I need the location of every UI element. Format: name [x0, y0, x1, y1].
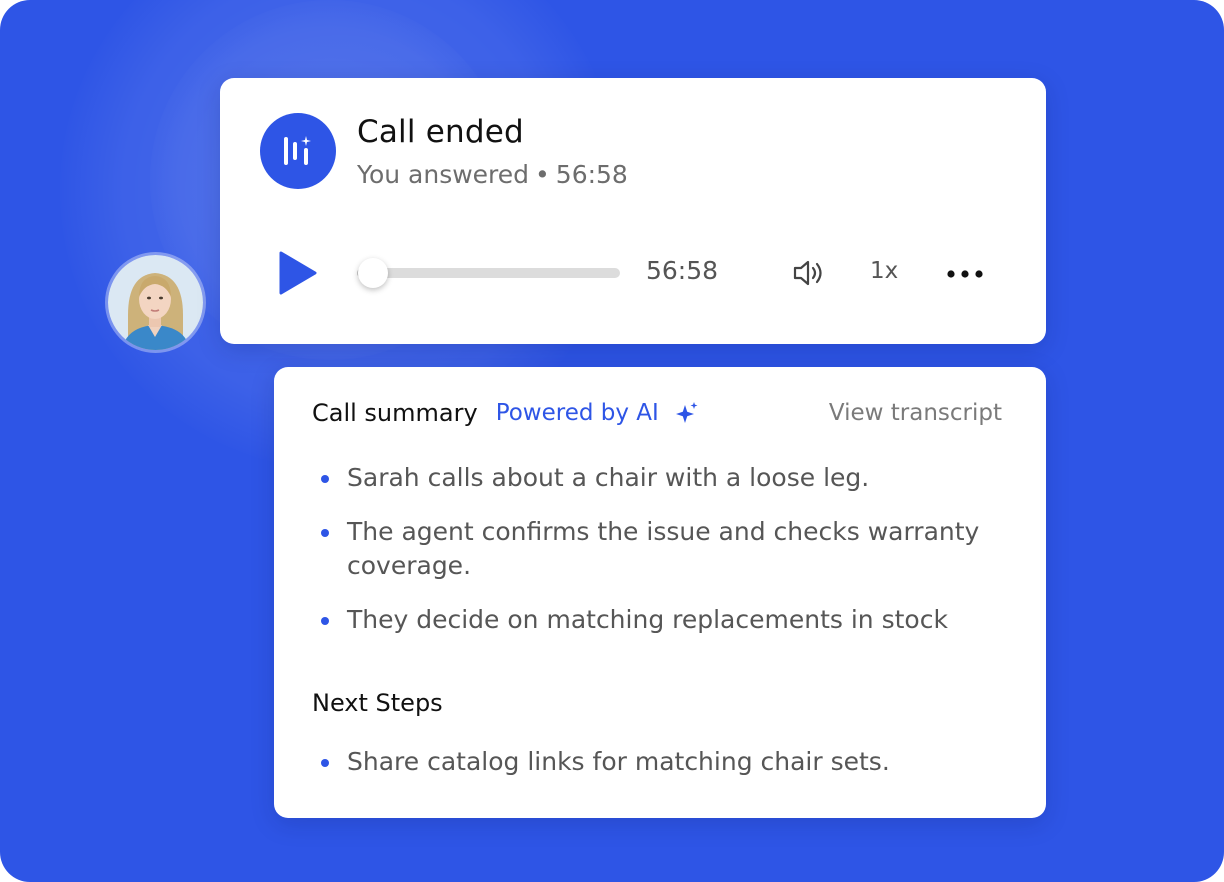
- next-steps-heading: Next Steps: [312, 689, 443, 717]
- play-icon[interactable]: [278, 250, 318, 296]
- voice-wave-ai-icon: [260, 113, 336, 189]
- view-transcript-link[interactable]: View transcript: [829, 400, 1002, 426]
- avatar-portrait: [108, 255, 203, 350]
- caller-avatar: [108, 255, 203, 350]
- answered-label: You answered: [357, 160, 530, 189]
- next-step-item: Share catalog links for matching chair s…: [312, 745, 1002, 779]
- summary-point: Sarah calls about a chair with a loose l…: [312, 461, 1002, 495]
- powered-by-ai-label: Powered by AI: [495, 400, 659, 426]
- call-summary-card: Call summary Powered by AI View transcri…: [274, 367, 1046, 818]
- more-horizontal-icon[interactable]: [946, 264, 984, 284]
- summary-point: They decide on matching replacements in …: [312, 603, 1002, 637]
- sparkle-icon: [675, 402, 698, 423]
- progress-thumb[interactable]: [357, 258, 388, 288]
- next-steps-list: Share catalog links for matching chair s…: [312, 745, 1002, 799]
- summary-points-list: Sarah calls about a chair with a loose l…: [312, 461, 1002, 657]
- summary-header: Call summary Powered by AI: [312, 399, 699, 427]
- summary-title: Call summary: [312, 399, 478, 427]
- playback-speed-button[interactable]: 1x: [870, 258, 898, 284]
- playback-progress-bar[interactable]: [357, 258, 620, 288]
- background-canvas: Call ended You answered • 56:58 56:58 1x C…: [0, 0, 1224, 882]
- separator-dot: •: [535, 160, 550, 189]
- call-status-subtitle: You answered • 56:58: [357, 160, 628, 189]
- call-card: Call ended You answered • 56:58 56:58 1x: [220, 78, 1046, 344]
- playback-time: 56:58: [646, 256, 719, 285]
- call-duration: 56:58: [555, 160, 628, 189]
- volume-icon[interactable]: [792, 258, 826, 288]
- call-status-title: Call ended: [357, 114, 524, 150]
- summary-point: The agent confirms the issue and checks …: [312, 515, 1002, 583]
